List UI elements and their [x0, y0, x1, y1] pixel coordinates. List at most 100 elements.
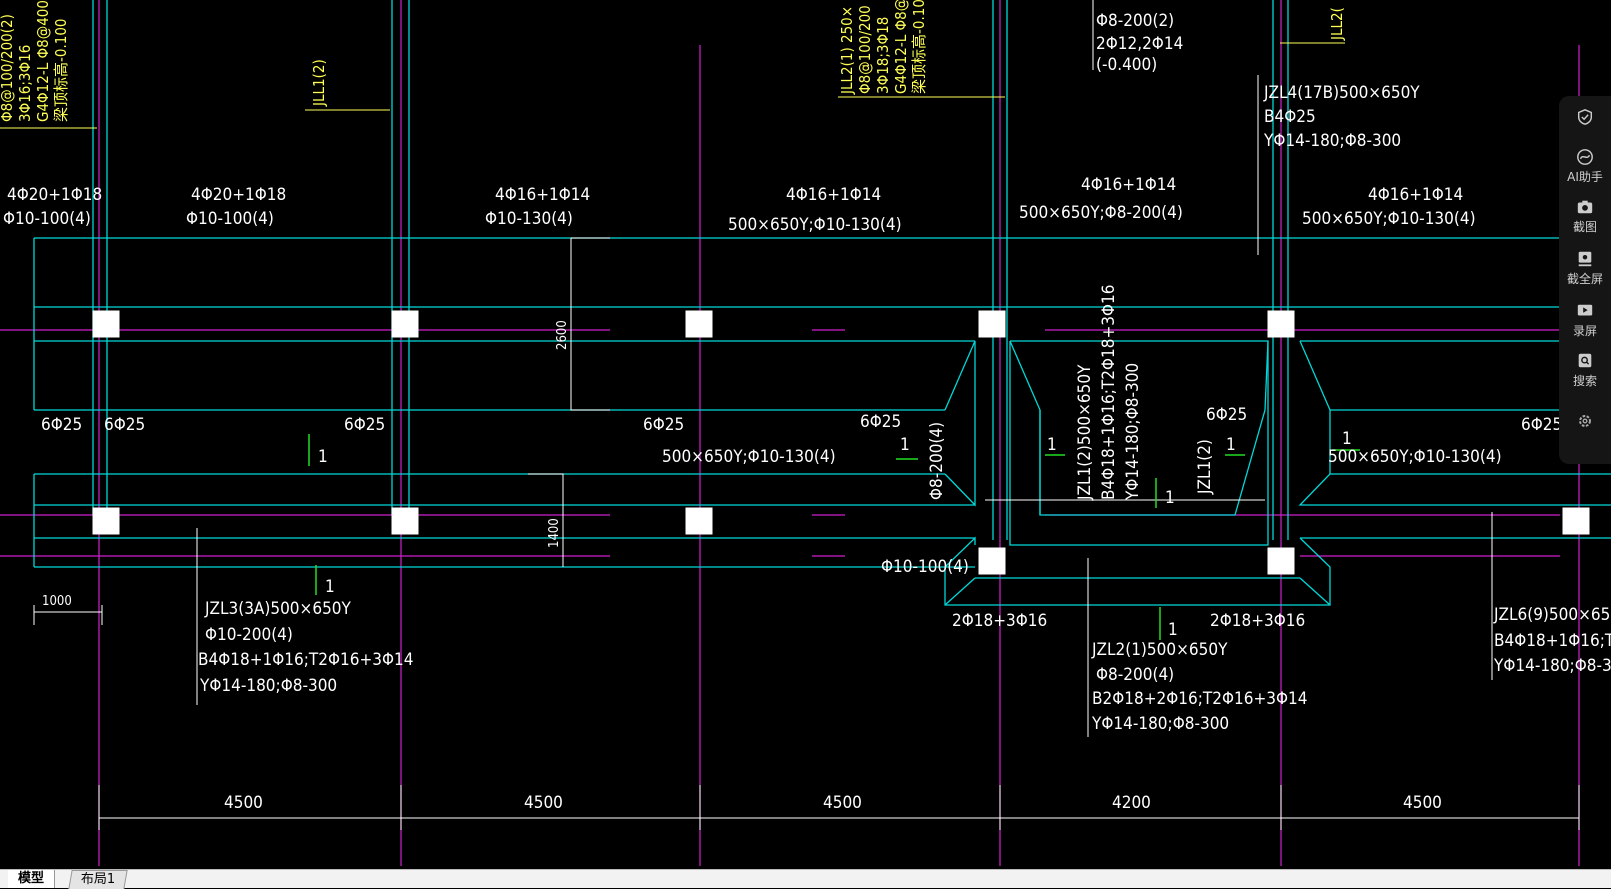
label: 500×650Y;Φ10-130(4): [728, 215, 902, 235]
jzl1-vert: JZL1(2): [1195, 439, 1215, 495]
settings-button[interactable]: [1559, 412, 1611, 432]
rebar-label: 6Φ25: [1521, 415, 1562, 435]
section-number: 1: [325, 577, 335, 597]
rebar-bottom: 2Φ18+3Φ16: [1210, 611, 1305, 631]
record-screen-label: 录屏: [1572, 324, 1597, 338]
label: 4Φ16+1Φ14: [1368, 185, 1463, 205]
jzl2-line: B2Φ18+2Φ16;T2Φ16+3Φ14: [1092, 689, 1308, 709]
axis-lines: [0, 0, 1611, 866]
rebar-label: 6Φ25: [1206, 405, 1247, 425]
yellow-note: 3Φ16;3Φ16: [16, 45, 34, 122]
jzl3-line: YΦ14-180;Φ8-300: [199, 676, 337, 696]
dimension-value: 4500: [1403, 793, 1442, 813]
beam-label: 500×650Y;Φ10-130(4): [662, 447, 836, 467]
rebar-label: 6Φ25: [344, 415, 385, 435]
note-line: Φ8-200(2): [1096, 11, 1174, 31]
ai-assistant-icon: [1577, 149, 1593, 165]
section-number: 1: [1342, 429, 1352, 449]
jzl3-line: Φ10-200(4): [205, 625, 293, 645]
yellow-note: Φ8@100/200(2): [0, 14, 16, 122]
tab-model[interactable]: 模型: [8, 870, 56, 888]
jzl6-line: B4Φ18+1Φ16;T2Φ: [1494, 631, 1611, 651]
dim-2600: 2600: [555, 320, 570, 350]
section-number: 1: [900, 435, 910, 455]
tab-layout1-label: 布局1: [80, 872, 116, 887]
screenshot-button[interactable]: 截图: [1559, 198, 1611, 235]
camera-icon: [1577, 200, 1593, 214]
rebar-bottom: 2Φ18+3Φ16: [952, 611, 1047, 631]
jzl6-line: JZL6(9)500×650Y: [1493, 605, 1611, 625]
floating-toolbar: AI助手 截图 截全屏 录屏 搜索: [1559, 96, 1611, 464]
yellow-note: JLL1(2): [310, 59, 328, 107]
shield-check-button[interactable]: [1559, 108, 1611, 128]
section-number: 1: [1047, 435, 1057, 455]
cad-drawing-canvas[interactable]: 4Φ20+1Φ18 Φ10-100(4) 4Φ20+1Φ18 Φ10-100(4…: [0, 0, 1611, 870]
yellow-note: 3Φ18;3Φ18: [874, 17, 892, 94]
record-screen-icon: [1577, 304, 1593, 316]
yellow-note: G4Φ12-L Φ8@: [892, 0, 910, 94]
yellow-note: JLL2(1) 250×: [838, 6, 856, 95]
rebar-label: 6Φ25: [104, 415, 145, 435]
rebar-label: 6Φ25: [860, 412, 901, 432]
beam-label: 500×650Y;Φ10-130(4): [1328, 447, 1502, 467]
jzl1-line: B4Φ18+1Φ16;T2Φ18+3Φ16: [1099, 284, 1119, 500]
rebar-label: 6Φ25: [643, 415, 684, 435]
dimension-value: 4500: [224, 793, 263, 813]
dimension-value: 4500: [823, 793, 862, 813]
text-labels: 4Φ20+1Φ18 Φ10-100(4) 4Φ20+1Φ18 Φ10-100(4…: [0, 0, 1611, 813]
jzl6-line: YΦ14-180;Φ8-30: [1493, 656, 1611, 676]
section-number: 1: [318, 447, 328, 467]
jzl4-line: JZL4(17B)500×650Y: [1263, 83, 1420, 103]
section-number: 1: [1168, 620, 1178, 640]
jzl4-line: YΦ14-180;Φ8-300: [1263, 131, 1401, 151]
jzl4-line: B4Φ25: [1264, 107, 1316, 127]
screenshot-label: 截图: [1572, 220, 1597, 234]
ai-assistant-label: AI助手: [1567, 170, 1603, 184]
yellow-note: Φ8@100/200: [856, 5, 874, 94]
label: Φ10-100(4): [186, 209, 274, 229]
dimension-value: 4500: [524, 793, 563, 813]
layout-tab-bar: 模型 布局1: [0, 869, 1611, 889]
jzl2-line: YΦ14-180;Φ8-300: [1091, 714, 1229, 734]
label: 500×650Y;Φ8-200(4): [1019, 203, 1183, 223]
note-line: (-0.400): [1096, 55, 1157, 75]
fullscreen-capture-icon: [1578, 251, 1592, 267]
jzl3-line: B4Φ18+1Φ16;T2Φ16+3Φ14: [198, 650, 414, 670]
jzl1-line: YΦ14-180;Φ8-300: [1123, 363, 1143, 501]
fullscreen-capture-label: 截全屏: [1566, 272, 1603, 286]
search-button[interactable]: 搜索: [1559, 352, 1611, 389]
section-number: 1: [1226, 435, 1236, 455]
label: 4Φ20+1Φ18: [7, 185, 102, 205]
note-line: 2Φ12,2Φ14: [1096, 34, 1183, 54]
search-label: 搜索: [1572, 374, 1597, 388]
yellow-note: 梁顶标高-0.100: [52, 19, 70, 123]
ai-assistant-button[interactable]: AI助手: [1559, 148, 1611, 185]
label: 4Φ20+1Φ18: [191, 185, 286, 205]
label: Φ10-130(4): [485, 209, 573, 229]
search-icon: [1578, 353, 1592, 368]
label: Φ10-100(4): [3, 209, 91, 229]
stirrup-label: Φ10-100(4): [881, 557, 969, 577]
jzl2-line: Φ8-200(4): [1096, 665, 1174, 685]
gear-icon: [1579, 415, 1591, 427]
yellow-note: 梁顶标高-0.10: [910, 0, 928, 94]
record-screen-button[interactable]: 录屏: [1559, 302, 1611, 339]
jzl2-line: JZL2(1)500×650Y: [1091, 640, 1228, 660]
label: 4Φ16+1Φ14: [786, 185, 881, 205]
yellow-note: G4Φ12-L Φ8@400: [34, 0, 52, 122]
section-number: 1: [1165, 488, 1175, 508]
yellow-note: JLL2(: [1328, 7, 1346, 41]
shield-check-icon: [1577, 109, 1593, 125]
fullscreen-capture-button[interactable]: 截全屏: [1559, 250, 1611, 287]
label: 4Φ16+1Φ14: [1081, 175, 1176, 195]
jzl3-line: JZL3(3A)500×650Y: [204, 599, 352, 619]
dim-1000: 1000: [42, 594, 72, 609]
columns: [92, 310, 1590, 575]
label: 500×650Y;Φ10-130(4): [1302, 209, 1476, 229]
dim-1400: 1400: [547, 518, 562, 548]
vertical-label: Φ8-200(4): [927, 422, 947, 500]
tab-layout1[interactable]: 布局1: [68, 870, 128, 889]
dimension-value: 4200: [1112, 793, 1151, 813]
label: 4Φ16+1Φ14: [495, 185, 590, 205]
rebar-label: 6Φ25: [41, 415, 82, 435]
